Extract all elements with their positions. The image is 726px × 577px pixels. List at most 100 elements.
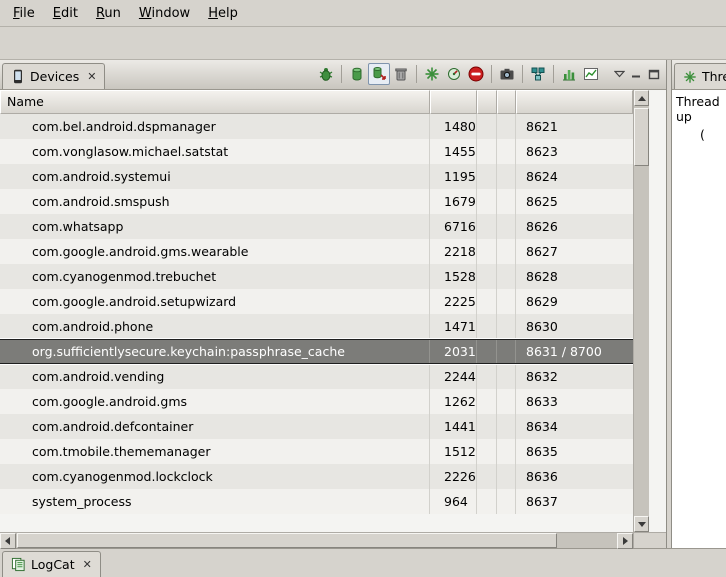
menubar: File Edit Run Window Help — [0, 0, 726, 27]
cell-pid: 1679 — [430, 189, 477, 214]
device-icon — [11, 69, 25, 84]
screen-capture-icon[interactable] — [496, 63, 518, 85]
main-area: Devices ✕ — [0, 60, 726, 548]
stop-process-icon[interactable] — [465, 63, 487, 85]
start-method-profiling-icon[interactable] — [443, 63, 465, 85]
cell-x4 — [497, 489, 516, 514]
cell-name: com.android.smspush — [0, 189, 430, 214]
devices-panel: Devices ✕ — [0, 60, 667, 548]
cell-x3 — [477, 439, 497, 464]
tab-devices[interactable]: Devices ✕ — [2, 63, 105, 89]
menu-window[interactable]: Window — [130, 2, 199, 25]
menu-edit[interactable]: Edit — [44, 2, 87, 25]
cell-x4 — [497, 340, 516, 363]
cell-name: com.android.systemui — [0, 164, 430, 189]
horizontal-scroll-thumb[interactable] — [17, 533, 557, 548]
cell-name: system_process — [0, 489, 430, 514]
table-row[interactable]: com.whatsapp67168626 — [0, 214, 633, 239]
scroll-right-icon[interactable] — [617, 533, 633, 549]
horizontal-scrollbar[interactable] — [0, 533, 633, 548]
menu-run[interactable]: Run — [87, 2, 130, 25]
column-header-port[interactable] — [516, 90, 633, 114]
cell-x3 — [477, 314, 497, 339]
logcat-icon — [11, 557, 26, 572]
network-stats-icon[interactable] — [558, 63, 580, 85]
close-icon[interactable]: ✕ — [83, 559, 92, 570]
cell-pid: 1195 — [430, 164, 477, 189]
horizontal-scrollbar-row — [0, 532, 666, 548]
table-row[interactable]: system_process964 8637 — [0, 489, 633, 514]
column-header-3[interactable] — [477, 90, 497, 114]
view-menu-icon[interactable] — [614, 70, 625, 78]
vertical-scroll-track[interactable] — [634, 106, 649, 516]
cell-pid: 22185 — [430, 239, 477, 264]
system-info-icon[interactable] — [580, 63, 602, 85]
cell-port: 8631 / 8700 — [516, 340, 633, 363]
cell-name: com.android.phone — [0, 314, 430, 339]
column-header-name[interactable]: Name — [0, 90, 430, 114]
cell-port: 8625 — [516, 189, 633, 214]
table-row[interactable]: com.cyanogenmod.lockclock222658636 — [0, 464, 633, 489]
table-row[interactable]: com.android.smspush1679 8625 — [0, 189, 633, 214]
tab-devices-label: Devices — [30, 69, 79, 84]
cell-port: 8621 — [516, 114, 633, 139]
column-header-4[interactable] — [497, 90, 516, 114]
empty-toolbar-strip — [0, 27, 726, 60]
maximize-icon[interactable] — [648, 69, 660, 80]
table-row[interactable]: com.tmobile.thememanager15128635 — [0, 439, 633, 464]
scroll-up-icon[interactable] — [634, 90, 649, 106]
cause-gc-icon[interactable] — [390, 63, 412, 85]
table-row[interactable]: com.android.defcontainer144118634 — [0, 414, 633, 439]
vertical-scroll-thumb[interactable] — [634, 108, 649, 166]
table-row[interactable]: com.android.vending224408632 — [0, 364, 633, 389]
toolbar-separator — [491, 65, 492, 83]
table-row[interactable]: com.android.phone1471 8630 — [0, 314, 633, 339]
menu-help[interactable]: Help — [199, 2, 247, 25]
cell-port: 8628 — [516, 264, 633, 289]
view-hierarchy-icon[interactable] — [527, 63, 549, 85]
scroll-down-icon[interactable] — [634, 516, 649, 532]
close-icon[interactable]: ✕ — [87, 71, 96, 82]
table-row[interactable]: com.google.android.setupwizard222508629 — [0, 289, 633, 314]
table-row[interactable]: com.android.systemui1195 8624 — [0, 164, 633, 189]
cell-name: com.google.android.setupwizard — [0, 289, 430, 314]
table-row[interactable]: com.bel.android.dspmanager14808621 — [0, 114, 633, 139]
update-heap-icon[interactable] — [346, 63, 368, 85]
cell-x3 — [477, 264, 497, 289]
table-row[interactable]: com.google.android.gms126238633 — [0, 389, 633, 414]
minimize-icon[interactable] — [631, 69, 642, 79]
cell-x3 — [477, 139, 497, 164]
cell-port: 8637 — [516, 489, 633, 514]
update-threads-icon[interactable] — [421, 63, 443, 85]
tab-threads-label: Threads — [702, 69, 726, 84]
table-row[interactable]: com.google.android.gms.wearable221858627 — [0, 239, 633, 264]
cell-x3 — [477, 189, 497, 214]
cell-x4 — [497, 389, 516, 414]
table-row[interactable]: org.sufficientlysecure.keychain:passphra… — [0, 339, 633, 364]
vertical-scrollbar[interactable] — [633, 90, 649, 532]
cell-x4 — [497, 264, 516, 289]
cell-pid: 1471 — [430, 314, 477, 339]
threads-message-line1: Thread up — [676, 94, 726, 124]
cell-name: com.tmobile.thememanager — [0, 439, 430, 464]
table-row[interactable]: com.cyanogenmod.trebuchet15288628 — [0, 264, 633, 289]
tab-logcat[interactable]: LogCat ✕ — [2, 551, 101, 577]
column-header-pid[interactable] — [430, 90, 477, 114]
cell-x4 — [497, 439, 516, 464]
cell-pid: 964 — [430, 489, 477, 514]
horizontal-scroll-track[interactable] — [16, 533, 617, 548]
threads-icon — [683, 70, 697, 84]
table-row[interactable]: com.vonglasow.michael.satstat145538623 — [0, 139, 633, 164]
cell-x3 — [477, 489, 497, 514]
scroll-left-icon[interactable] — [0, 533, 16, 549]
toolbar-separator — [553, 65, 554, 83]
tab-threads[interactable]: Threads — [674, 63, 726, 89]
dump-hprof-icon[interactable] — [368, 63, 390, 85]
cell-x4 — [497, 114, 516, 139]
cell-port: 8624 — [516, 164, 633, 189]
debug-icon[interactable] — [315, 63, 337, 85]
menu-file[interactable]: File — [4, 2, 44, 25]
cell-x3 — [477, 389, 497, 414]
cell-port: 8630 — [516, 314, 633, 339]
cell-port: 8633 — [516, 389, 633, 414]
